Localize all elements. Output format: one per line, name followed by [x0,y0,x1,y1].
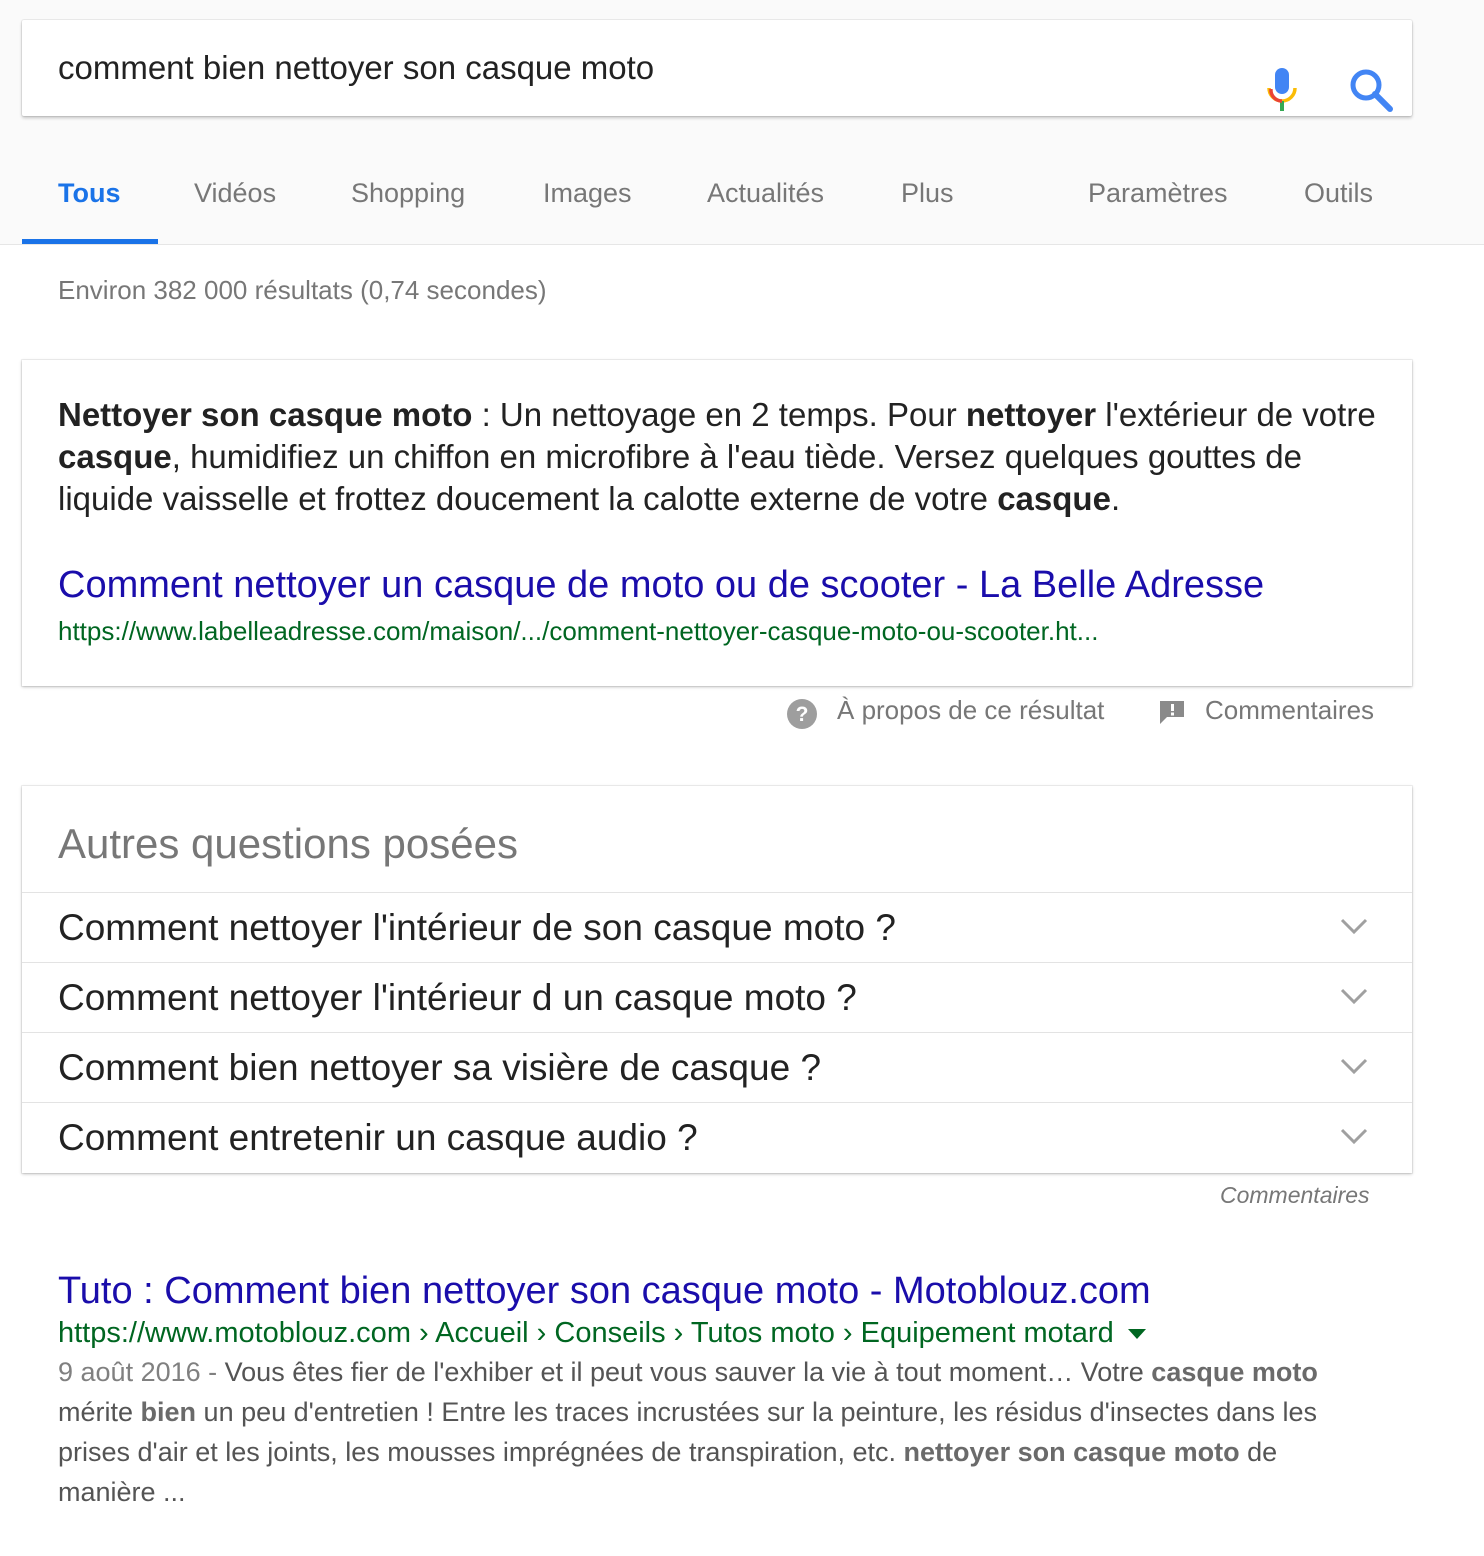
paa-question[interactable]: Comment nettoyer l'intérieur d un casque… [22,962,1412,1033]
search-input[interactable] [58,48,1208,88]
active-tab-indicator [22,239,158,244]
search-tabs: Tous Vidéos Shopping Images Actualités P… [0,150,1484,244]
paa-comments-link[interactable]: Commentaires [1220,1182,1370,1209]
paa-question[interactable]: Comment bien nettoyer sa visière de casq… [22,1032,1412,1103]
chevron-down-icon[interactable] [1340,917,1368,935]
organic-result-date: 9 août 2016 - [58,1357,225,1387]
organic-result-title-link[interactable]: Tuto : Comment bien nettoyer son casque … [58,1270,1151,1313]
tab-tous[interactable]: Tous [58,178,121,209]
paa-question-text: Comment entretenir un casque audio ? [58,1117,698,1158]
chevron-down-icon[interactable] [1340,987,1368,1005]
tab-images[interactable]: Images [543,178,632,209]
microphone-icon[interactable] [1260,66,1304,114]
search-box[interactable] [22,20,1412,116]
comments-link[interactable]: Commentaires [1205,695,1374,731]
search-icon[interactable] [1348,67,1396,115]
paa-title: Autres questions posées [58,820,518,867]
featured-snippet-url: https://www.labelleadresse.com/maison/..… [58,616,1099,646]
featured-snippet: Nettoyer son casque moto : Un nettoyage … [22,360,1412,686]
snippet-text-part: l'extérieur de votre [1096,396,1376,433]
help-icon[interactable]: ? [786,698,818,730]
caret-down-icon[interactable] [1127,1329,1146,1340]
feedback-icon[interactable] [1158,699,1188,725]
paa-question-text: Comment nettoyer l'intérieur de son casq… [58,907,896,948]
tab-outils[interactable]: Outils [1304,178,1373,209]
snippet-bold-text: casque [58,438,172,475]
svg-text:?: ? [796,703,809,726]
snippet-text-part: mérite [58,1397,141,1427]
about-result-link[interactable]: À propos de ce résultat [837,695,1104,731]
tab-videos[interactable]: Vidéos [194,178,276,209]
snippet-bold-text: casque moto [1151,1357,1318,1387]
paa-question[interactable]: Comment nettoyer l'intérieur de son casq… [22,892,1412,963]
snippet-bold-text: Nettoyer son casque moto [58,396,473,433]
tab-shopping[interactable]: Shopping [351,178,465,209]
result-stats: Environ 382 000 résultats (0,74 secondes… [58,275,547,305]
paa-question-text: Comment bien nettoyer sa visière de casq… [58,1047,822,1088]
snippet-bold-text: casque [997,480,1111,517]
organic-url-text: https://www.motoblouz.com › Accueil › Co… [58,1317,1114,1349]
snippet-text-part: : Un nettoyage en 2 temps. Pour [472,396,966,433]
chevron-down-icon[interactable] [1340,1057,1368,1075]
people-also-ask: Autres questions posées Comment nettoyer… [22,786,1412,1173]
paa-question-text: Comment nettoyer l'intérieur d un casque… [58,977,857,1018]
featured-snippet-text: Nettoyer son casque moto : Un nettoyage … [58,394,1388,520]
snippet-bold-text: nettoyer [965,396,1097,433]
organic-result-url: https://www.motoblouz.com › Accueil › Co… [58,1317,1146,1350]
snippet-text-part: Vous êtes fier de l'exhiber et il peut v… [224,1357,1152,1387]
snippet-text-part: . [1110,480,1121,517]
tab-plus[interactable]: Plus [901,178,954,209]
tab-actualites[interactable]: Actualités [707,178,824,209]
organic-result-snippet: 9 août 2016 - Vous êtes fier de l'exhibe… [58,1352,1378,1512]
chevron-down-icon[interactable] [1340,1127,1368,1145]
snippet-bold-text: bien [140,1397,197,1427]
paa-question[interactable]: Comment entretenir un casque audio ? [22,1102,1412,1173]
featured-snippet-title-link[interactable]: Comment nettoyer un casque de moto ou de… [58,564,1264,607]
snippet-bold-text: nettoyer son casque moto [903,1437,1240,1467]
tab-parametres[interactable]: Paramètres [1088,178,1228,209]
